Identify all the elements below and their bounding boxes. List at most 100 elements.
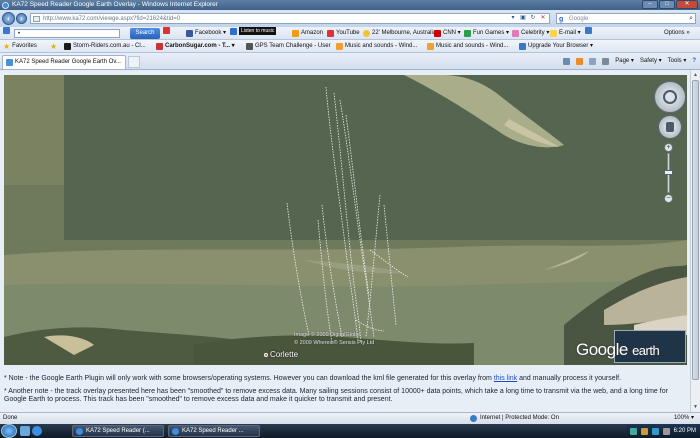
- favorite-music-sounds-1[interactable]: Music and sounds - Wind...: [336, 40, 417, 52]
- tab-bar: KA72 Speed Reader Google Earth Ov... Pag…: [0, 53, 700, 70]
- tray-network-icon[interactable]: [629, 427, 637, 435]
- command-bar: Page ▾ Safety ▾ Tools ▾ ?: [563, 53, 696, 70]
- tray-app-icon[interactable]: [651, 427, 659, 435]
- favorite-storm-riders[interactable]: Storm-Riders.com.au - Cl...: [64, 40, 146, 52]
- mail-icon[interactable]: [589, 58, 597, 65]
- facebook-icon: [186, 30, 193, 37]
- tray-app-icon[interactable]: [640, 427, 648, 435]
- pan-control[interactable]: [658, 115, 682, 139]
- safety-menu[interactable]: Safety ▾: [640, 53, 662, 70]
- cnn-icon: [434, 30, 441, 37]
- taskbar-window-1[interactable]: KA72 Speed Reader (...: [72, 425, 164, 437]
- toolbar-fun-games[interactable]: Fun Games ▾: [464, 27, 509, 39]
- start-button[interactable]: [1, 424, 17, 438]
- window-title-bar: KA72 Speed Reader Google Earth Overlay -…: [0, 0, 700, 10]
- toolbar-email[interactable]: E-mail ▾: [550, 27, 581, 39]
- toolbar-music-player[interactable]: Listen to music: [230, 27, 277, 35]
- help-icon[interactable]: ?: [692, 53, 696, 70]
- site-icon: [246, 43, 253, 50]
- toolbar-options[interactable]: Options »: [664, 27, 690, 39]
- toolbar-search-value: •: [18, 31, 21, 37]
- scroll-up-arrow-icon[interactable]: ▲: [692, 71, 699, 79]
- google-earth-map[interactable]: Image © 2009 DigitalGlobe © 2009 Whereis…: [4, 75, 687, 365]
- place-label-corlette[interactable]: Corlette: [264, 350, 298, 359]
- stop-icon[interactable]: ✕: [539, 15, 547, 22]
- status-text: Done: [3, 415, 18, 421]
- maximize-button[interactable]: □: [659, 0, 675, 9]
- toolbar-facebook[interactable]: Facebook ▾: [186, 27, 226, 39]
- home-icon[interactable]: [563, 58, 571, 65]
- clock[interactable]: 6:20 PM: [674, 424, 696, 438]
- ie-quicklaunch-icon[interactable]: [32, 426, 42, 436]
- toolbar-search-button[interactable]: Search: [130, 28, 160, 39]
- search-input[interactable]: g Google ⌕: [556, 13, 696, 24]
- zoom-out-button[interactable]: −: [664, 194, 673, 203]
- vertical-scrollbar[interactable]: ▲ ▼: [690, 70, 700, 412]
- status-bar: Done Internet | Protected Mode: On 100% …: [0, 412, 700, 424]
- search-placeholder: Google: [569, 16, 589, 22]
- youtube-icon: [327, 30, 334, 37]
- hand-icon: [666, 122, 674, 132]
- windows-icon: [427, 43, 434, 50]
- tools-menu[interactable]: Tools ▾: [668, 53, 687, 70]
- toolbar-weather[interactable]: 22' Melbourne, Australia: [363, 27, 436, 39]
- celebrity-icon: [512, 30, 519, 37]
- show-desktop-icon[interactable]: [20, 426, 30, 436]
- tab-ka72-overlay[interactable]: KA72 Speed Reader Google Earth Ov...: [2, 55, 126, 69]
- site-icon: [64, 43, 71, 50]
- look-around-control[interactable]: [654, 81, 686, 113]
- zoom-in-button[interactable]: +: [664, 143, 673, 152]
- note-paragraph-1: * Note - the Google Earth Plugin will on…: [4, 375, 622, 382]
- back-button[interactable]: ‹: [2, 12, 15, 25]
- toolbar-amazon[interactable]: Amazon: [292, 27, 323, 39]
- address-url: http://www.ka72.com/viewge.aspx?fid=2162…: [43, 16, 181, 22]
- tray-volume-icon[interactable]: [662, 427, 670, 435]
- favorite-gps-team-challenge[interactable]: GPS Team Challenge - User: [246, 40, 331, 52]
- add-favorite-icon[interactable]: ★: [50, 40, 57, 52]
- window-controls: – □ ✕: [642, 0, 698, 10]
- toolbar-youtube[interactable]: YouTube: [327, 27, 360, 39]
- taskbar-window-2[interactable]: KA72 Speed Reader ...: [168, 425, 260, 437]
- zoom-slider[interactable]: + −: [664, 143, 673, 203]
- minimize-button[interactable]: –: [642, 0, 658, 9]
- kml-download-link[interactable]: this link: [494, 375, 517, 382]
- print-icon[interactable]: [602, 58, 610, 65]
- security-zone[interactable]: Internet | Protected Mode: On: [470, 413, 559, 424]
- scroll-down-arrow-icon[interactable]: ▼: [692, 403, 699, 411]
- site-icon: [156, 43, 163, 50]
- favorite-music-sounds-2[interactable]: Music and sounds - Wind...: [427, 40, 508, 52]
- address-input[interactable]: http://www.ka72.com/viewge.aspx?fid=2162…: [30, 13, 550, 24]
- refresh-icon[interactable]: ↻: [529, 15, 537, 22]
- toolbar-extra-icon[interactable]: [585, 27, 592, 34]
- feeds-icon[interactable]: [576, 58, 584, 65]
- favorite-upgrade-browser[interactable]: Upgrade Your Browser ▾: [519, 40, 593, 52]
- globe-icon: [470, 415, 477, 422]
- compatibility-icon[interactable]: ▣: [519, 15, 527, 22]
- search-icon[interactable]: ⌕: [689, 14, 693, 24]
- zoom-handle[interactable]: [664, 170, 673, 175]
- dropdown-arrow-icon[interactable]: ▾: [509, 15, 517, 22]
- google-earth-logo: Google earth: [576, 340, 660, 359]
- toolbar-search-field[interactable]: •: [14, 29, 120, 38]
- system-tray: 6:20 PM: [625, 424, 700, 438]
- zoom-level[interactable]: 100% ▾: [674, 413, 694, 424]
- favorites-button[interactable]: ★ Favorites: [3, 40, 37, 52]
- favorites-bar: ★ Favorites ★ Storm-Riders.com.au - Cl...…: [0, 40, 700, 53]
- page-menu[interactable]: Page ▾: [615, 53, 634, 70]
- ie-logo-icon: [2, 2, 9, 9]
- toolbar-celebrity[interactable]: Celebrity ▾: [512, 27, 549, 39]
- star-icon: ★: [3, 42, 11, 51]
- window-title: KA72 Speed Reader Google Earth Overlay -…: [12, 1, 218, 8]
- weather-icon: [363, 30, 370, 37]
- windows-taskbar: KA72 Speed Reader (... KA72 Speed Reader…: [0, 424, 700, 438]
- new-tab-button[interactable]: [128, 56, 140, 68]
- close-button[interactable]: ✕: [676, 0, 698, 9]
- note-paragraph-2: * Another note - the track overlay prese…: [4, 387, 668, 404]
- email-icon: [550, 30, 557, 37]
- toolbar-cnn[interactable]: CNN ▾: [434, 27, 461, 39]
- toolbar-tools-icon[interactable]: [163, 27, 170, 34]
- forward-button[interactable]: ›: [16, 13, 27, 24]
- favorite-carbonsugar[interactable]: CarbonSugar.com - T... ▾: [156, 40, 235, 52]
- scroll-thumb[interactable]: [692, 80, 699, 380]
- map-pin-icon: [264, 352, 268, 357]
